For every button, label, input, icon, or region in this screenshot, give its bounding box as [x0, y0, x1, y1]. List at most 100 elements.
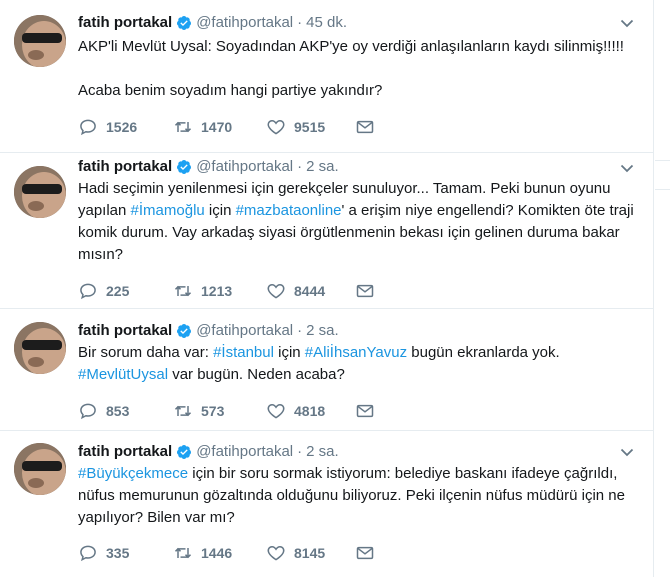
tweet-header: fatih portakal @fatihportakal · 2 sa. [78, 321, 339, 341]
like-count: 8444 [294, 283, 326, 299]
author-handle[interactable]: @fatihportakal [196, 321, 293, 341]
reply-button[interactable]: 225 [78, 281, 173, 301]
like-count: 8145 [294, 545, 326, 561]
retweet-count: 1446 [201, 545, 233, 561]
reply-count: 1526 [106, 119, 138, 135]
tweet-text-run: bugün ekranlarda yok. [407, 344, 560, 361]
chevron-down-icon[interactable] [620, 445, 634, 459]
chevron-down-icon[interactable] [620, 161, 634, 175]
timestamp[interactable]: 45 dk. [306, 13, 347, 33]
avatar[interactable] [14, 166, 66, 218]
avatar[interactable] [14, 443, 66, 495]
reply-button[interactable]: 335 [78, 543, 173, 563]
tweet-paragraph: AKP'li Mevlüt Uysal: Soyadından AKP'ye o… [78, 36, 638, 58]
like-count: 9515 [294, 119, 326, 135]
retweet-count: 573 [201, 403, 225, 419]
hashtag-link[interactable]: #mazbataonline [236, 202, 342, 219]
retweet-icon [174, 405, 192, 417]
verified-badge-icon [177, 16, 192, 30]
like-button[interactable]: 8145 [266, 543, 355, 563]
chevron-down-icon[interactable] [620, 16, 634, 30]
timeline: fatih portakal @fatihportakal · 45 dk. A… [0, 0, 654, 577]
reply-icon [80, 283, 96, 300]
tweet-paragraph: #Büyükçekmece için bir soru sormak istiy… [78, 463, 638, 529]
retweet-icon [174, 121, 192, 133]
avatar[interactable] [14, 15, 66, 67]
tweet[interactable]: fatih portakal @fatihportakal · 2 sa. Ha… [0, 153, 654, 309]
tweet[interactable]: fatih portakal @fatihportakal · 2 sa. #B… [0, 431, 654, 577]
tweet-text: #Büyükçekmece için bir soru sormak istiy… [78, 463, 638, 529]
verified-badge-icon [177, 160, 192, 174]
author-name[interactable]: fatih portakal [78, 442, 172, 462]
hashtag-link[interactable]: #İstanbul [213, 344, 274, 361]
tweet-text-run: için [204, 202, 236, 219]
tweet-text-run: var bugün. Neden acaba? [168, 366, 345, 383]
heart-icon [267, 283, 285, 299]
tweet-header: fatih portakal @fatihportakal · 2 sa. [78, 442, 339, 462]
retweet-icon [174, 547, 192, 559]
retweet-button[interactable]: 1470 [173, 117, 266, 137]
retweet-count: 1470 [201, 119, 233, 135]
tweet-text-run: için [273, 344, 305, 361]
retweet-count: 1213 [201, 283, 233, 299]
hashtag-link[interactable]: #MevlütUysal [78, 366, 168, 383]
hashtag-link[interactable]: #AliİhsanYavuz [305, 344, 407, 361]
tweet-text: AKP'li Mevlüt Uysal: Soyadından AKP'ye o… [78, 36, 638, 102]
reply-button[interactable]: 1526 [78, 117, 173, 137]
direct-message-button[interactable] [355, 117, 383, 137]
retweet-button[interactable]: 573 [173, 401, 266, 421]
tweet-paragraph: Bir sorum daha var: #İstanbul için #Aliİ… [78, 342, 638, 386]
tweet-text: Hadi seçimin yenilenmesi için gerekçeler… [78, 178, 638, 266]
tweet-paragraph: Acaba benim soyadım hangi partiye yakınd… [78, 80, 638, 102]
tweet[interactable]: fatih portakal @fatihportakal · 2 sa. Bi… [0, 309, 654, 431]
reply-button[interactable]: 853 [78, 401, 173, 421]
timestamp[interactable]: 2 sa. [306, 321, 339, 341]
heart-icon [267, 545, 285, 561]
retweet-button[interactable]: 1213 [173, 281, 266, 301]
tweet-actions: 335 1446 8145 [78, 542, 383, 564]
tweet-text-run: Bir sorum daha var: [78, 344, 214, 361]
like-button[interactable]: 9515 [266, 117, 355, 137]
like-button[interactable]: 8444 [266, 281, 355, 301]
reply-icon [80, 545, 96, 562]
right-column-edge [655, 0, 670, 577]
direct-message-button[interactable] [355, 281, 383, 301]
separator: · [297, 322, 303, 339]
tweet-actions: 1526 1470 9515 [78, 116, 383, 138]
heart-icon [267, 119, 285, 135]
tweet-text-run: Acaba benim soyadım hangi partiye yakınd… [78, 82, 383, 99]
timestamp[interactable]: 2 sa. [306, 157, 339, 177]
direct-message-button[interactable] [355, 543, 383, 563]
envelope-icon [356, 120, 374, 134]
timestamp[interactable]: 2 sa. [306, 442, 339, 462]
hashtag-link[interactable]: #Büyükçekmece [78, 465, 188, 482]
author-handle[interactable]: @fatihportakal [196, 13, 293, 33]
envelope-icon [356, 404, 374, 418]
like-button[interactable]: 4818 [266, 401, 355, 421]
tweet-text-run: AKP'li Mevlüt Uysal: Soyadından AKP'ye o… [78, 38, 624, 55]
retweet-button[interactable]: 1446 [173, 543, 266, 563]
avatar[interactable] [14, 322, 66, 374]
like-count: 4818 [294, 403, 326, 419]
tweet-actions: 225 1213 8444 [78, 280, 383, 302]
author-name[interactable]: fatih portakal [78, 157, 172, 177]
author-name[interactable]: fatih portakal [78, 321, 172, 341]
tweet-header: fatih portakal @fatihportakal · 45 dk. [78, 13, 347, 33]
retweet-icon [174, 285, 192, 297]
tweet-actions: 853 573 4818 [78, 400, 383, 422]
tweet-text: Bir sorum daha var: #İstanbul için #Aliİ… [78, 342, 638, 386]
separator: · [297, 158, 303, 175]
tweet[interactable]: fatih portakal @fatihportakal · 45 dk. A… [0, 0, 654, 153]
author-handle[interactable]: @fatihportakal [196, 157, 293, 177]
reply-count: 853 [106, 403, 130, 419]
direct-message-button[interactable] [355, 401, 383, 421]
envelope-icon [356, 284, 374, 298]
author-handle[interactable]: @fatihportakal [196, 442, 293, 462]
heart-icon [267, 403, 285, 419]
verified-badge-icon [177, 445, 192, 459]
tweet-header: fatih portakal @fatihportakal · 2 sa. [78, 157, 339, 177]
envelope-icon [356, 546, 374, 560]
author-name[interactable]: fatih portakal [78, 13, 172, 33]
hashtag-link[interactable]: #İmamoğlu [131, 202, 205, 219]
